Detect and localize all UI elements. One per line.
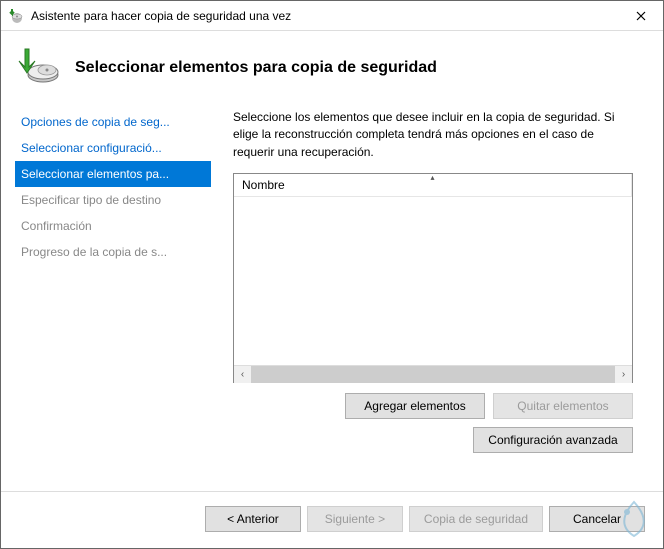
- add-items-button[interactable]: Agregar elementos: [345, 393, 485, 419]
- wizard-footer: < Anterior Siguiente > Copia de segurida…: [1, 491, 663, 548]
- next-button: Siguiente >: [307, 506, 403, 532]
- advanced-config-button[interactable]: Configuración avanzada: [473, 427, 633, 453]
- remove-items-button: Quitar elementos: [493, 393, 633, 419]
- list-header: Nombre ▴: [234, 174, 632, 198]
- scroll-thumb[interactable]: [251, 366, 615, 383]
- close-icon: [636, 8, 646, 24]
- backup-button: Copia de seguridad: [409, 506, 543, 532]
- step-backup-options[interactable]: Opciones de copia de seg...: [15, 109, 211, 135]
- item-buttons-row: Agregar elementos Quitar elementos: [233, 393, 633, 419]
- wizard-body: Opciones de copia de seg... Seleccionar …: [1, 109, 663, 491]
- page-title: Seleccionar elementos para copia de segu…: [75, 59, 437, 77]
- scroll-right-icon[interactable]: ›: [615, 366, 632, 383]
- back-button[interactable]: < Anterior: [205, 506, 301, 532]
- column-header-name[interactable]: Nombre ▴: [234, 174, 632, 197]
- step-select-items[interactable]: Seleccionar elementos pa...: [15, 161, 211, 187]
- items-listbox[interactable]: Nombre ▴ ‹ ›: [233, 173, 633, 383]
- instructions-text: Seleccione los elementos que desee inclu…: [233, 109, 633, 161]
- scroll-track[interactable]: [251, 366, 615, 383]
- column-header-label: Nombre: [242, 178, 285, 192]
- step-destination-type: Especificar tipo de destino: [15, 187, 211, 213]
- cancel-button[interactable]: Cancelar: [549, 506, 645, 532]
- wizard-window: Asistente para hacer copia de seguridad …: [0, 0, 664, 549]
- step-progress: Progreso de la copia de s...: [15, 239, 211, 265]
- list-content: [234, 198, 632, 365]
- step-confirmation: Confirmación: [15, 213, 211, 239]
- horizontal-scrollbar[interactable]: ‹ ›: [234, 365, 632, 382]
- main-panel: Seleccione los elementos que desee inclu…: [211, 109, 663, 491]
- close-button[interactable]: [618, 1, 663, 30]
- titlebar: Asistente para hacer copia de seguridad …: [1, 1, 663, 31]
- wizard-header: Seleccionar elementos para copia de segu…: [1, 31, 663, 109]
- window-title: Asistente para hacer copia de seguridad …: [31, 9, 618, 23]
- steps-sidebar: Opciones de copia de seg... Seleccionar …: [1, 109, 211, 491]
- step-select-config[interactable]: Seleccionar configuració...: [15, 135, 211, 161]
- backup-drive-arrow-icon: [15, 45, 61, 91]
- sort-ascending-icon: ▴: [430, 173, 434, 182]
- advanced-row: Configuración avanzada: [233, 427, 633, 453]
- scroll-left-icon[interactable]: ‹: [234, 366, 251, 383]
- backup-wizard-icon: [9, 8, 25, 24]
